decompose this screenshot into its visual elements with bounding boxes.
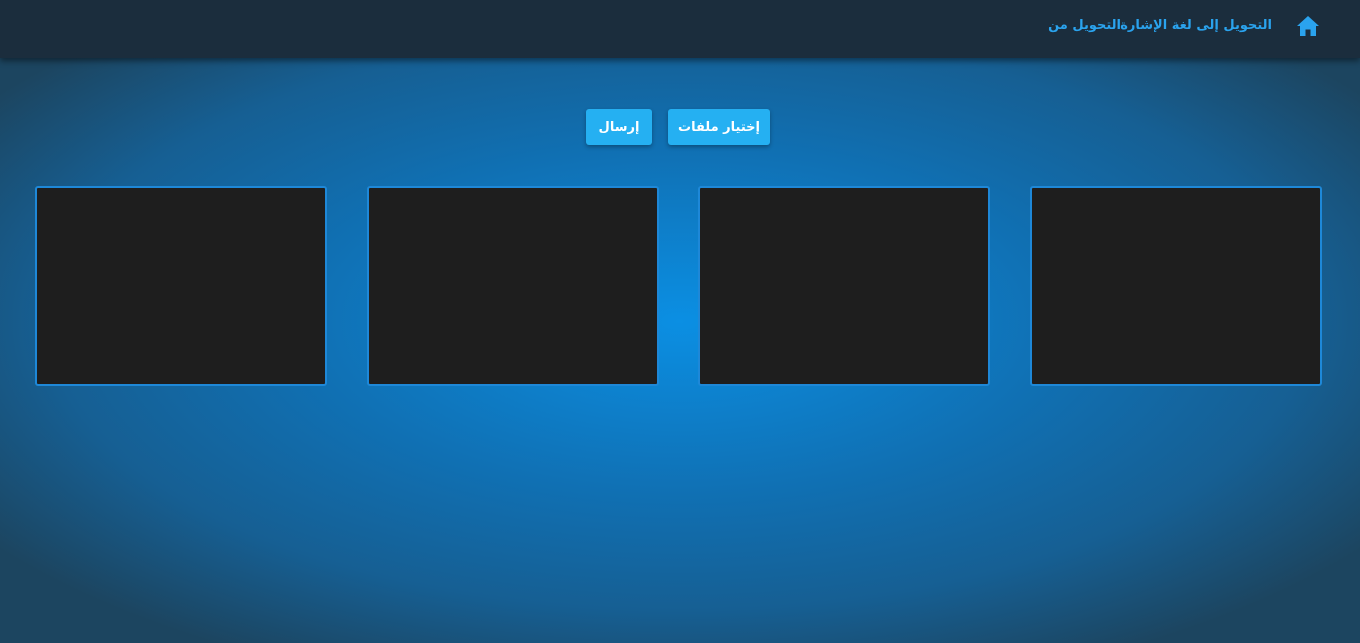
home-icon[interactable] [1296, 15, 1320, 37]
media-panel-3 [698, 186, 990, 386]
media-panel-4 [1030, 186, 1322, 386]
send-button[interactable]: إرسال [586, 109, 652, 145]
choose-files-button[interactable]: إختيار ملفات [668, 109, 770, 145]
nav-link-to-sign-language[interactable]: التحويل إلى لغة الإشارة [1120, 17, 1272, 35]
nav-link-convert-from[interactable]: التحويل من [1048, 17, 1121, 35]
top-navbar: التحويل إلى لغة الإشارة التحويل من [0, 0, 1360, 58]
media-panel-1 [35, 186, 327, 386]
media-panel-2 [367, 186, 659, 386]
